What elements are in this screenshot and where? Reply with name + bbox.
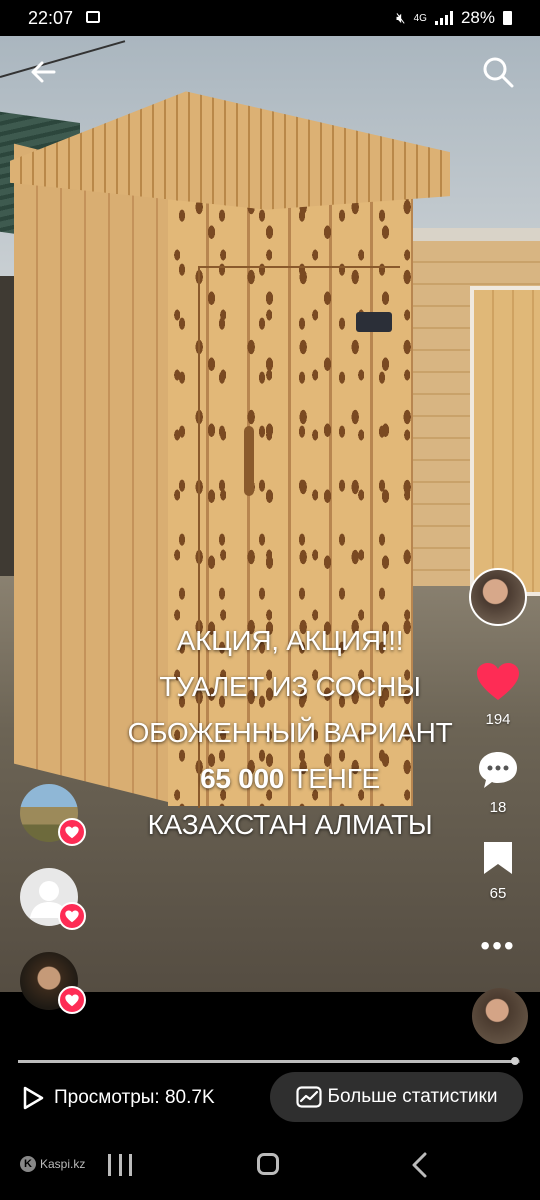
heart-badge-icon bbox=[58, 986, 86, 1014]
views-counter: Просмотры: 80.7K bbox=[22, 1084, 215, 1112]
comment-icon[interactable] bbox=[477, 750, 519, 790]
heart-badge-icon bbox=[58, 902, 86, 930]
chart-icon bbox=[295, 1086, 322, 1108]
liker-avatar[interactable] bbox=[20, 952, 86, 1014]
play-icon bbox=[23, 1086, 44, 1110]
network-type: 4G bbox=[413, 12, 427, 24]
back-nav-icon[interactable] bbox=[408, 1152, 432, 1178]
caption-line-2: ТУАЛЕТ ИЗ СОСНЫ bbox=[159, 671, 421, 702]
progress-fill bbox=[18, 1060, 515, 1063]
caption-line-1: АКЦИЯ, АКЦИЯ!!! bbox=[176, 625, 404, 656]
views-label: Просмотры: 80.7K bbox=[54, 1087, 215, 1108]
home-button[interactable] bbox=[257, 1153, 279, 1175]
like-action[interactable]: 194 bbox=[466, 662, 530, 728]
more-icon[interactable]: ••• bbox=[466, 932, 530, 960]
toilet-handle bbox=[244, 426, 254, 496]
comment-count: 18 bbox=[489, 799, 507, 816]
battery-icon bbox=[503, 11, 512, 25]
signal-icon bbox=[434, 11, 453, 25]
heart-badge-icon bbox=[58, 818, 86, 846]
more-statistics-button[interactable]: Больше статистики bbox=[270, 1072, 523, 1122]
watermark: K Kaspi.kz bbox=[20, 1156, 85, 1172]
video-caption: АКЦИЯ, АКЦИЯ!!! ТУАЛЕТ ИЗ СОСНЫ ОБОЖЕННЫ… bbox=[90, 618, 490, 848]
video-progress-bar[interactable] bbox=[18, 1057, 520, 1065]
caption-price: 65 000 bbox=[200, 763, 284, 794]
mute-icon: 🔇︎ bbox=[396, 9, 406, 27]
toilet-hinge bbox=[356, 312, 392, 332]
arrow-left-icon[interactable] bbox=[26, 54, 62, 90]
top-controls bbox=[0, 36, 540, 106]
progress-knob[interactable] bbox=[510, 1057, 519, 1065]
search-icon[interactable] bbox=[480, 54, 516, 90]
more-statistics-label: Больше статистики bbox=[327, 1086, 498, 1107]
action-rail: 194 18 65 ••• bbox=[466, 568, 530, 960]
sound-avatar[interactable] bbox=[472, 988, 528, 1044]
kaspi-logo-icon: K bbox=[20, 1156, 36, 1172]
status-time: 22:07 bbox=[28, 8, 74, 28]
liker-avatar[interactable] bbox=[20, 868, 86, 930]
status-bar: 22:07 🔇︎ 4G 28% bbox=[0, 0, 540, 36]
status-icons: 🔇︎ 4G 28% bbox=[396, 8, 512, 28]
caption-currency: ТЕНГЕ bbox=[284, 763, 380, 794]
caption-price-line: 65 000 ТЕНГЕ bbox=[90, 756, 490, 802]
battery-percent: 28% bbox=[460, 8, 495, 27]
video-right-door bbox=[470, 286, 540, 596]
liker-avatar[interactable] bbox=[20, 784, 86, 846]
author-avatar[interactable] bbox=[469, 568, 527, 626]
caption-location: КАЗАХСТАН АЛМАТЫ bbox=[147, 809, 433, 840]
bookmark-icon[interactable] bbox=[482, 840, 514, 876]
gallery-icon bbox=[86, 11, 100, 23]
save-action[interactable]: 65 bbox=[466, 840, 530, 902]
comment-action[interactable]: 18 bbox=[466, 750, 530, 816]
recents-button[interactable] bbox=[108, 1154, 132, 1176]
caption-line-3: ОБОЖЕННЫЙ ВАРИАНТ bbox=[127, 717, 453, 748]
like-count: 194 bbox=[485, 711, 511, 728]
save-count: 65 bbox=[489, 885, 507, 902]
likers-list bbox=[20, 784, 86, 1036]
video-player[interactable] bbox=[0, 36, 540, 992]
heart-icon[interactable] bbox=[476, 662, 520, 702]
watermark-text: Kaspi.kz bbox=[40, 1157, 86, 1171]
